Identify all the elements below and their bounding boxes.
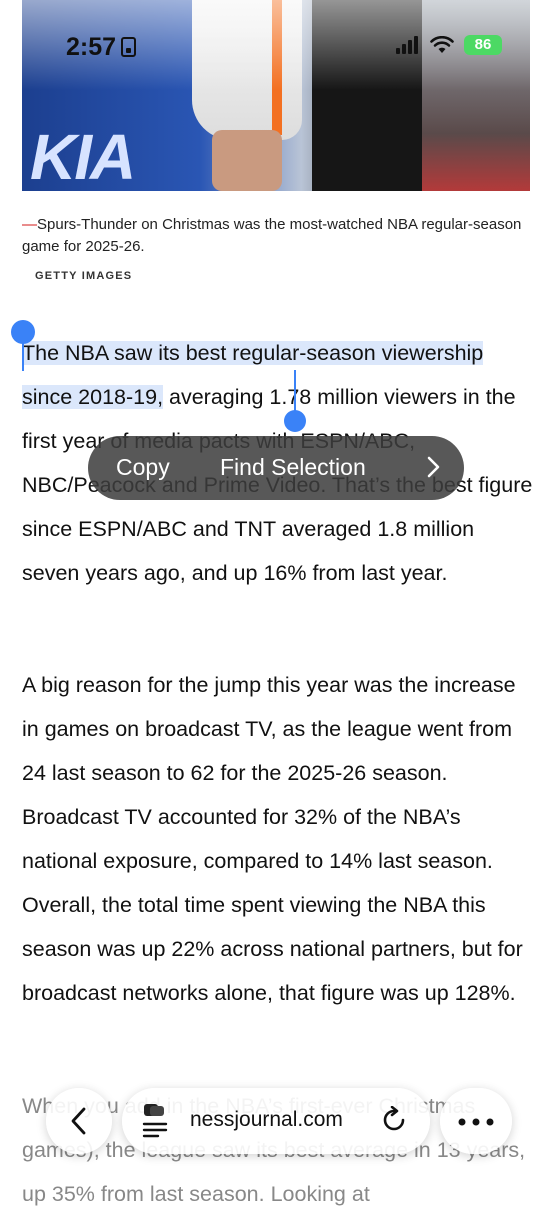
text-selection-menu: Copy Find Selection [88, 436, 464, 500]
status-time: 2:57 [66, 33, 117, 61]
address-bar[interactable]: nessjournal.com [122, 1088, 430, 1154]
selection-end-caret [294, 370, 296, 414]
chevron-left-icon [71, 1107, 86, 1135]
status-bar: 2:57 86 [0, 0, 552, 90]
article-paragraph-2[interactable]: A big reason for the jump this year was … [22, 663, 537, 1015]
url-text[interactable]: nessjournal.com [190, 1108, 343, 1132]
photo-caption: —Spurs-Thunder on Christmas was the most… [22, 214, 522, 258]
orientation-lock-icon [121, 37, 136, 57]
selection-end-handle[interactable] [284, 410, 306, 432]
caption-dash: — [22, 216, 37, 233]
wifi-icon [430, 36, 454, 53]
reload-icon[interactable] [380, 1106, 408, 1134]
photo-leg [212, 130, 282, 191]
more-icon [458, 1118, 494, 1126]
battery-indicator: 86 [464, 35, 502, 55]
cellular-signal-icon [396, 36, 422, 54]
back-button[interactable] [46, 1088, 112, 1154]
photo-logo: KIA [30, 121, 136, 191]
copy-button[interactable]: Copy [116, 454, 170, 481]
chevron-right-icon[interactable] [426, 456, 440, 478]
caption-text: Spurs-Thunder on Christmas was the most-… [22, 216, 522, 255]
photo-credit: GETTY IMAGES [35, 270, 133, 282]
selection-start-caret [22, 339, 24, 371]
reader-icon[interactable] [142, 1102, 170, 1140]
more-button[interactable] [440, 1088, 512, 1154]
find-selection-button[interactable]: Find Selection [220, 454, 366, 481]
